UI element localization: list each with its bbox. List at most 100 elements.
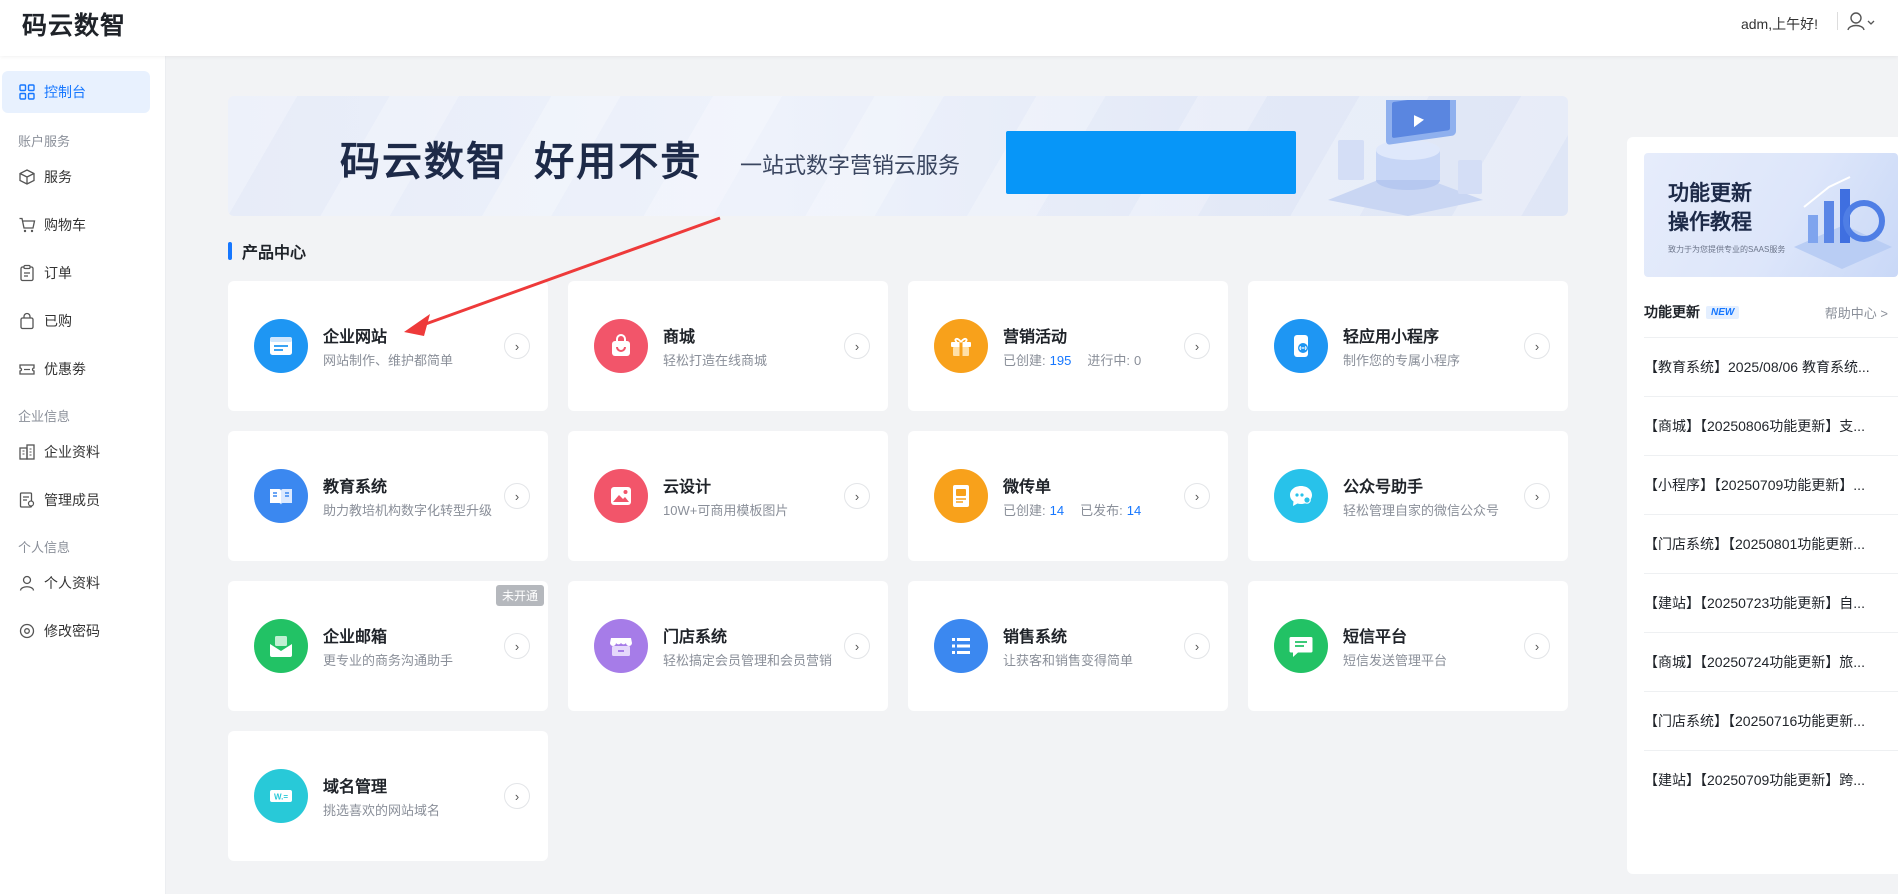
product-card-marketing[interactable]: 营销活动 已创建: 195 进行中: 0 ›: [908, 281, 1228, 411]
update-item[interactable]: 【建站】【20250723功能更新】自...: [1644, 573, 1898, 632]
product-name: 企业网站: [323, 329, 388, 346]
domain-icon: W.=: [254, 769, 308, 823]
product-name: 公众号助手: [1343, 479, 1424, 496]
mail-icon: [254, 619, 308, 673]
product-card-mall[interactable]: 商城 轻松打造在线商城 ›: [568, 281, 888, 411]
product-desc: 短信发送管理平台: [1343, 653, 1448, 668]
product-card-miniapp[interactable]: 轻应用小程序 制作您的专属小程序 ›: [1248, 281, 1568, 411]
sidebar-item-change-password[interactable]: 修改密码: [2, 610, 150, 652]
website-icon: [254, 319, 308, 373]
updates-header: 功能更新 NEW 帮助中心 >: [1644, 302, 1898, 322]
product-name: 营销活动: [1003, 329, 1068, 346]
chevron-right-icon[interactable]: ›: [504, 483, 530, 509]
sidebar-item-members[interactable]: 管理成员: [2, 479, 150, 521]
cart-icon: [19, 217, 36, 233]
chevron-right-icon[interactable]: ›: [504, 783, 530, 809]
sidebar-item-label: 服务: [44, 169, 72, 185]
chevron-right-icon[interactable]: ›: [1184, 483, 1210, 509]
chevron-right-icon[interactable]: ›: [844, 333, 870, 359]
update-item[interactable]: 【建站】【20250709功能更新】跨...: [1644, 750, 1898, 809]
chevron-right-icon[interactable]: ›: [1524, 333, 1550, 359]
sidebar-item-label: 个人资料: [44, 575, 100, 591]
sidebar-item-label: 优惠劵: [44, 361, 86, 377]
product-name: 微传单: [1003, 479, 1052, 496]
product-card-mail[interactable]: 未开通 企业邮箱 更专业的商务沟通助手 ›: [228, 581, 548, 711]
book-icon: [254, 469, 308, 523]
product-desc: 助力教培机构数字化转型升级: [323, 503, 493, 518]
product-card-sms[interactable]: 短信平台 短信发送管理平台 ›: [1248, 581, 1568, 711]
update-item[interactable]: 【教育系统】2025/08/06 教育系统...: [1644, 337, 1898, 396]
product-card-cloud-design[interactable]: 云设计 10W+可商用模板图片 ›: [568, 431, 888, 561]
update-item[interactable]: 【小程序】【20250709功能更新】...: [1644, 455, 1898, 514]
chevron-right-icon[interactable]: ›: [844, 483, 870, 509]
sidebar-item-orders[interactable]: 订单: [2, 252, 150, 294]
update-item[interactable]: 【商城】【20250724功能更新】旅...: [1644, 632, 1898, 691]
tutorial-banner-title: 功能更新 操作教程: [1668, 182, 1752, 234]
building-icon: [19, 444, 35, 460]
chevron-right-icon[interactable]: ›: [1184, 633, 1210, 659]
shopping-bag-icon: [594, 319, 648, 373]
product-name: 销售系统: [1003, 629, 1068, 646]
sidebar-item-label: 企业资料: [44, 444, 100, 460]
update-item[interactable]: 【门店系统】【20250716功能更新...: [1644, 691, 1898, 750]
chevron-right-icon[interactable]: ›: [844, 633, 870, 659]
store-icon: [594, 619, 648, 673]
published-count: 14: [1126, 503, 1142, 518]
group-label-company: 企业信息: [18, 409, 71, 424]
product-card-store[interactable]: 门店系统 轻松搞定会员管理和会员营销 ›: [568, 581, 888, 711]
created-count: 195: [1049, 353, 1072, 368]
product-card-sales[interactable]: 销售系统 让获客和销售变得简单 ›: [908, 581, 1228, 711]
product-card-flyer[interactable]: 微传单 已创建: 14 已发布: 14 ›: [908, 431, 1228, 561]
coupon-icon: [19, 364, 35, 375]
product-desc: 让获客和销售变得简单: [1003, 653, 1134, 668]
product-name: 商城: [663, 329, 696, 346]
chevron-right-icon[interactable]: ›: [504, 633, 530, 659]
box-icon: [19, 169, 35, 185]
product-card-wechat-assistant[interactable]: 公众号助手 轻松管理自家的微信公众号 ›: [1248, 431, 1568, 561]
sidebar-item-personal-profile[interactable]: 个人资料: [2, 562, 150, 604]
new-badge: NEW: [1706, 305, 1740, 319]
clipboard-icon: [20, 264, 34, 282]
product-desc: 轻松管理自家的微信公众号: [1343, 503, 1500, 518]
promo-banner[interactable]: 码云数智 好用不贵 一站式数字营销云服务: [228, 96, 1568, 216]
chevron-right-icon[interactable]: ›: [1524, 633, 1550, 659]
created-count: 14: [1049, 503, 1065, 518]
tutorial-banner-tagline: 致力于为您提供专业的SAAS服务: [1668, 245, 1786, 254]
svg-text:W.=: W.=: [274, 793, 288, 802]
user-greeting: adm,上午好!: [1740, 16, 1818, 32]
banner-subtitle: 一站式数字营销云服务: [740, 153, 961, 178]
sidebar-item-dashboard[interactable]: 控制台: [2, 71, 150, 113]
product-name: 门店系统: [663, 629, 728, 646]
product-card-domain[interactable]: W.= 域名管理 挑选喜欢的网站域名 ›: [228, 731, 548, 861]
help-center-link[interactable]: 帮助中心 >: [1825, 303, 1888, 322]
user-menu-icon[interactable]: [1846, 10, 1876, 34]
update-item[interactable]: 【商城】【20250806功能更新】支...: [1644, 396, 1898, 455]
product-name: 教育系统: [323, 479, 388, 496]
product-desc: 挑选喜欢的网站域名: [323, 803, 441, 818]
sidebar-item-purchased[interactable]: 已购: [2, 300, 150, 342]
chevron-right-icon[interactable]: ›: [1524, 483, 1550, 509]
product-card-website[interactable]: 企业网站 网站制作、维护都简单 ›: [228, 281, 548, 411]
section-accent-bar: [228, 242, 232, 260]
chevron-right-icon[interactable]: ›: [1184, 333, 1210, 359]
sidebar-item-company-profile[interactable]: 企业资料: [2, 431, 150, 473]
banner-cta-button[interactable]: [1006, 131, 1296, 194]
updates-list: 【教育系统】2025/08/06 教育系统... 【商城】【20250806功能…: [1644, 337, 1898, 809]
chart-illustration-icon: [1794, 176, 1892, 269]
sidebar-item-coupons[interactable]: 优惠劵: [2, 348, 150, 390]
group-label-personal: 个人信息: [18, 540, 71, 555]
product-card-education[interactable]: 教育系统 助力教培机构数字化转型升级 ›: [228, 431, 548, 561]
sidebar-item-label: 管理成员: [44, 492, 100, 508]
sidebar-item-services[interactable]: 服务: [2, 156, 150, 198]
product-name: 轻应用小程序: [1343, 329, 1440, 346]
updates-panel: 功能更新 操作教程 致力于为您提供专业的SAAS服务 功能更新 NEW 帮助中心…: [1627, 137, 1898, 874]
tutorial-banner[interactable]: 功能更新 操作教程 致力于为您提供专业的SAAS服务: [1644, 153, 1898, 277]
product-name: 企业邮箱: [323, 629, 388, 646]
sidebar-item-cart[interactable]: 购物车: [2, 204, 150, 246]
settings-icon: [19, 623, 35, 639]
app-logo[interactable]: 码云数智: [22, 6, 126, 42]
chevron-right-icon[interactable]: ›: [504, 333, 530, 359]
gift-icon: [934, 319, 988, 373]
update-item[interactable]: 【门店系统】【20250801功能更新...: [1644, 514, 1898, 573]
grid-icon: [19, 84, 35, 100]
